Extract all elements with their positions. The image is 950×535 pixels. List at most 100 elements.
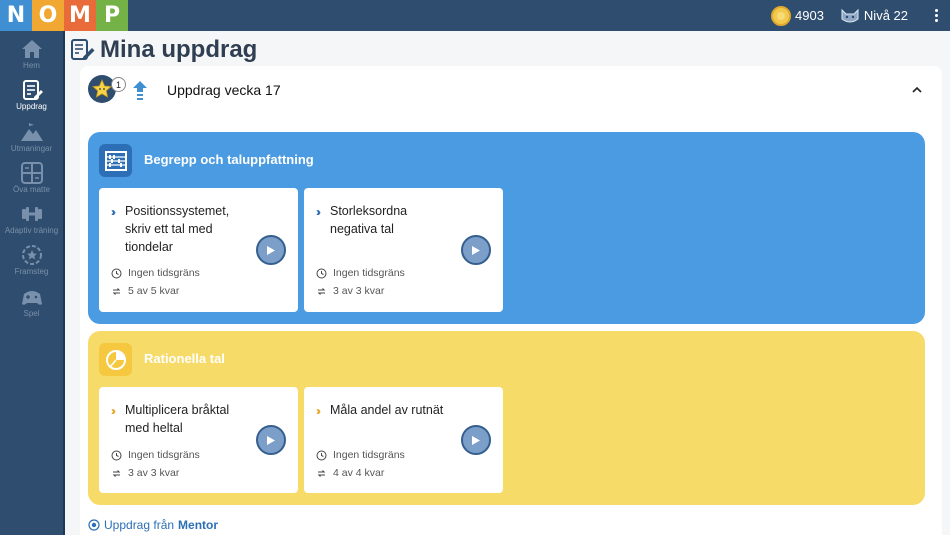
- assignment-card[interactable]: ›› Positionssystemet, skriv ett tal med …: [99, 188, 298, 312]
- sidebar-item-label: Spel: [23, 309, 40, 318]
- play-button[interactable]: [461, 235, 491, 265]
- time-limit-text: Ingen tidsgräns: [128, 449, 200, 461]
- clock-icon: [111, 268, 122, 278]
- play-button[interactable]: [256, 235, 286, 265]
- nomp-logo[interactable]: N O M P: [0, 0, 128, 31]
- time-limit: Ingen tidsgräns: [111, 449, 200, 461]
- level-up-icon: [133, 81, 147, 100]
- mountain-icon: [20, 123, 43, 141]
- sidebar-item-ova-matte[interactable]: Öva matte: [0, 162, 63, 194]
- remaining-count: 3 av 3 kvar: [316, 285, 384, 297]
- sidebar-item-uppdrag[interactable]: Uppdrag: [0, 79, 63, 111]
- sidebar-item-label: Hem: [23, 61, 40, 70]
- top-bar: N O M P 4903 Nivå 22: [0, 0, 950, 31]
- remaining-count: 3 av 3 kvar: [111, 467, 179, 479]
- page-title: Mina uppdrag: [100, 36, 258, 63]
- assignment-icon: [22, 80, 43, 100]
- card-title: ›› Multiplicera bråktal med heltal: [111, 401, 241, 437]
- chevron-double-right-icon: ››: [316, 205, 321, 219]
- play-icon: [472, 245, 480, 255]
- category-begrepp: Begrepp och taluppfattning ›› Positionss…: [88, 132, 925, 324]
- radio-dot-icon: [88, 519, 100, 531]
- card-title: ›› Positionssystemet, skriv ett tal med …: [111, 202, 241, 256]
- home-icon: [21, 40, 42, 58]
- week-header[interactable]: 1 Uppdrag vecka 17: [88, 74, 934, 104]
- coin-icon: [771, 5, 791, 26]
- assignment-card[interactable]: ›› Multiplicera bråktal med heltal Ingen…: [99, 387, 298, 493]
- repeat-icon: [112, 287, 121, 295]
- chevron-up-icon[interactable]: [912, 86, 922, 93]
- play-icon: [267, 435, 275, 445]
- repeat-icon: [112, 469, 121, 477]
- time-limit: Ingen tidsgräns: [316, 449, 405, 461]
- remaining-text: 3 av 3 kvar: [128, 467, 180, 479]
- time-limit: Ingen tidsgräns: [316, 267, 405, 279]
- progress-star-icon: [21, 245, 42, 265]
- time-limit-text: Ingen tidsgräns: [333, 267, 405, 279]
- sidebar-item-hem[interactable]: Hem: [0, 38, 63, 70]
- time-limit-text: Ingen tidsgräns: [128, 267, 200, 279]
- mentor-assignments-link[interactable]: Uppdrag från Mentor: [88, 518, 218, 532]
- week-title: Uppdrag vecka 17: [167, 82, 281, 98]
- clock-icon: [111, 450, 122, 460]
- game-icon: [21, 291, 42, 305]
- play-icon: [472, 435, 480, 445]
- card-title: ›› Måla andel av rutnät: [316, 401, 446, 419]
- sidebar-item-spel[interactable]: Spel: [0, 286, 63, 318]
- logo-letter-n: N: [0, 0, 32, 31]
- sidebar-item-label: Adaptiv träning: [4, 226, 59, 235]
- logo-letter-m: M: [64, 0, 96, 31]
- card-title-text: Multiplicera bråktal med heltal: [125, 403, 230, 435]
- category-rationella-tal: Rationella tal ›› Multiplicera bråktal m…: [88, 331, 925, 505]
- assignments-panel: 1 Uppdrag vecka 17 Begrepp och taluppfat…: [80, 66, 942, 535]
- pie-chart-icon: [99, 343, 132, 376]
- logo-letter-p: P: [96, 0, 128, 31]
- mentor-prefix: Uppdrag från: [104, 518, 175, 532]
- time-limit-text: Ingen tidsgräns: [333, 449, 405, 461]
- dumbbell-icon: [21, 207, 42, 221]
- category-title: Begrepp och taluppfattning: [144, 152, 314, 167]
- cat-avatar-icon: [841, 8, 859, 22]
- chevron-double-right-icon: ››: [111, 404, 116, 418]
- coin-count: 4903: [795, 8, 824, 23]
- sidebar-item-adaptiv-traning[interactable]: Adaptiv träning: [0, 203, 63, 235]
- assignment-card[interactable]: ›› Måla andel av rutnät Ingen tidsgräns …: [304, 387, 503, 493]
- clock-icon: [316, 268, 327, 278]
- assignment-icon: [71, 39, 95, 60]
- more-menu-icon[interactable]: [928, 9, 944, 22]
- play-button[interactable]: [256, 425, 286, 455]
- sidebar-divider: [63, 31, 65, 535]
- chevron-double-right-icon: ››: [111, 205, 116, 219]
- remaining-count: 5 av 5 kvar: [111, 285, 179, 297]
- chevron-double-right-icon: ››: [316, 404, 321, 418]
- logo-letter-o: O: [32, 0, 64, 31]
- level-label: Nivå 22: [863, 8, 908, 23]
- card-title-text: Måla andel av rutnät: [330, 403, 444, 417]
- mentor-name: Mentor: [178, 518, 219, 532]
- remaining-count: 4 av 4 kvar: [316, 467, 384, 479]
- count-badge: 1: [111, 77, 126, 92]
- sidebar-item-utmaningar[interactable]: Utmaningar: [0, 121, 63, 153]
- remaining-text: 3 av 3 kvar: [333, 285, 385, 297]
- card-title: ›› Storleksordna negativa tal: [316, 202, 446, 238]
- sidebar-item-framsteg[interactable]: Framsteg: [0, 244, 63, 276]
- sidebar: Hem Uppdrag Utmaningar Öva matte Adaptiv…: [0, 31, 63, 535]
- repeat-icon: [317, 287, 326, 295]
- repeat-icon: [317, 469, 326, 477]
- abacus-icon: [99, 144, 132, 177]
- remaining-text: 4 av 4 kvar: [333, 467, 385, 479]
- clock-icon: [316, 450, 327, 460]
- play-icon: [267, 245, 275, 255]
- sidebar-item-label: Framsteg: [14, 267, 49, 276]
- card-title-text: Storleksordna negativa tal: [330, 204, 408, 236]
- sidebar-item-label: Uppdrag: [16, 102, 47, 111]
- play-button[interactable]: [461, 425, 491, 455]
- time-limit: Ingen tidsgräns: [111, 267, 200, 279]
- sidebar-item-label: Utmaningar: [10, 144, 53, 153]
- calculator-icon: [20, 162, 43, 184]
- category-title: Rationella tal: [144, 351, 225, 366]
- assignment-card[interactable]: ›› Storleksordna negativa tal Ingen tids…: [304, 188, 503, 312]
- sidebar-item-label: Öva matte: [13, 185, 50, 194]
- card-title-text: Positionssystemet, skriv ett tal med tio…: [125, 204, 230, 254]
- remaining-text: 5 av 5 kvar: [128, 285, 180, 297]
